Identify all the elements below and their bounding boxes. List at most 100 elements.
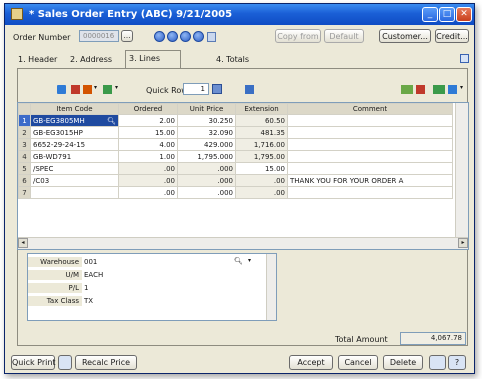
detail-value[interactable]: 001 — [84, 257, 97, 267]
order-lookup-button[interactable]: … — [121, 30, 133, 42]
ordered-cell[interactable]: .00 — [118, 186, 178, 199]
detail-row-warehouse[interactable]: Warehouse 001 🔍︎ ▾ — [28, 257, 266, 267]
table-row[interactable]: 5 /SPEC .00 .000 15.00 — [18, 162, 453, 175]
minimize-button[interactable]: _ — [422, 7, 438, 22]
item-lookup-icon[interactable]: 🔍︎ — [107, 117, 116, 125]
item-code-cell[interactable]: /SPEC — [30, 162, 119, 175]
detail-row-pl[interactable]: P/L 1 — [28, 283, 266, 293]
unit-price-cell[interactable]: 30.250 — [177, 114, 236, 127]
table-row[interactable]: 3 6652-29-24-15 4.00 429.000 1,716.00 — [18, 138, 453, 151]
comment-cell[interactable] — [287, 186, 453, 199]
dropdown-arrow-icon-2[interactable]: ▾ — [115, 84, 118, 91]
dropdown-arrow-icon[interactable]: ▾ — [94, 84, 97, 91]
layout-dropdown-icon[interactable]: ▾ — [460, 84, 463, 91]
last-record-icon[interactable] — [193, 31, 204, 42]
attach-icon[interactable] — [103, 85, 112, 94]
unit-price-cell[interactable]: .000 — [177, 186, 236, 199]
quick-row-input[interactable]: 1 — [183, 83, 209, 95]
delete-lines-icon[interactable] — [71, 85, 80, 94]
ordered-cell[interactable]: 2.00 — [118, 114, 178, 127]
cancel-button[interactable]: Cancel — [338, 355, 378, 370]
print-icon[interactable] — [429, 355, 446, 370]
warehouse-lookup-icon[interactable]: 🔍︎ — [234, 257, 243, 265]
scroll-left-icon[interactable]: ◂ — [18, 238, 28, 248]
unit-price-cell[interactable]: 1,795.000 — [177, 150, 236, 163]
grid-horizontal-scrollbar[interactable]: ◂ ▸ — [18, 237, 468, 249]
table-row[interactable]: 7 .00 .000 .00 — [18, 186, 453, 199]
item-code-cell[interactable]: GB-EG3805MH 🔍︎ — [30, 114, 119, 127]
maximize-button[interactable]: □ — [439, 7, 455, 22]
item-code-cell[interactable]: GB-EG3015HP — [30, 126, 119, 139]
col-header-extension[interactable]: Extension — [235, 103, 288, 115]
tab-totals[interactable]: 4. Totals — [213, 52, 252, 68]
default-button[interactable]: Default — [324, 29, 364, 43]
grid-settings-icon[interactable] — [433, 85, 445, 94]
title-bar[interactable]: * Sales Order Entry (ABC) 9/21/2005 _ □ … — [5, 4, 474, 25]
lines-grid[interactable]: Item Code Ordered Unit Price Extension C… — [17, 102, 469, 250]
item-code-cell[interactable]: GB-WD791 — [30, 150, 119, 163]
unit-price-cell[interactable]: 32.090 — [177, 126, 236, 139]
credit-button[interactable]: Credit... — [435, 29, 469, 43]
ordered-cell[interactable]: 1.00 — [118, 150, 178, 163]
col-header-ordered[interactable]: Ordered — [118, 103, 178, 115]
col-header-item-code[interactable]: Item Code — [30, 103, 119, 115]
line-detail-panel[interactable]: Warehouse 001 🔍︎ ▾ U/M EACH P/L 1 Tax Cl… — [27, 253, 277, 321]
comment-cell[interactable] — [287, 138, 453, 151]
pencil-icon[interactable] — [57, 85, 66, 94]
customer-button[interactable]: Customer... — [379, 29, 431, 43]
ordered-cell[interactable]: 15.00 — [118, 126, 178, 139]
table-row[interactable]: 1 GB-EG3805MH 🔍︎ 2.00 30.250 60.50 — [18, 114, 453, 127]
table-row[interactable]: 6 /C03 .00 .000 .00 THANK YOU FOR YOUR O… — [18, 174, 453, 187]
quick-print-button[interactable]: Quick Print — [11, 355, 56, 370]
close-button[interactable]: ✕ — [456, 7, 472, 22]
detail-row-tax-class[interactable]: Tax Class TX — [28, 296, 266, 306]
delete-button[interactable]: Delete — [383, 355, 423, 370]
col-header-unit-price[interactable]: Unit Price — [177, 103, 236, 115]
tab-address[interactable]: 2. Address — [67, 52, 115, 68]
extension-cell[interactable]: 15.00 — [235, 162, 288, 175]
tab-header[interactable]: 1. Header — [15, 52, 60, 68]
detail-value[interactable]: TX — [84, 296, 93, 306]
customize-icon[interactable] — [401, 85, 413, 94]
zoom-icon[interactable] — [416, 85, 425, 94]
unit-price-cell[interactable]: .000 — [177, 174, 236, 187]
recalc-price-button[interactable]: Recalc Price — [75, 355, 137, 370]
table-row[interactable]: 2 GB-EG3015HP 15.00 32.090 481.35 — [18, 126, 453, 139]
order-number-field[interactable]: 0000016 — [79, 30, 119, 42]
next-record-icon[interactable] — [180, 31, 191, 42]
insert-line-icon[interactable] — [83, 85, 92, 94]
first-record-icon[interactable] — [154, 31, 165, 42]
comment-cell[interactable] — [287, 162, 453, 175]
scroll-right-icon[interactable]: ▸ — [458, 238, 468, 248]
comment-cell[interactable]: THANK YOU FOR YOUR ORDER A — [287, 174, 453, 187]
goto-row-icon[interactable] — [212, 84, 222, 94]
unit-price-cell[interactable]: 429.000 — [177, 138, 236, 151]
comment-cell[interactable] — [287, 150, 453, 163]
item-code-cell[interactable]: /C03 — [30, 174, 119, 187]
accept-button[interactable]: Accept — [289, 355, 333, 370]
ordered-cell[interactable]: .00 — [118, 174, 178, 187]
layout-icon[interactable] — [448, 85, 457, 94]
detail-value[interactable]: EACH — [84, 270, 103, 280]
detail-row-um[interactable]: U/M EACH — [28, 270, 266, 280]
comment-cell[interactable] — [287, 114, 453, 127]
copy-from-button[interactable]: Copy from — [275, 29, 321, 43]
grid-vertical-scrollbar[interactable] — [455, 103, 468, 237]
ordered-cell[interactable]: .00 — [118, 162, 178, 175]
previous-record-icon[interactable] — [167, 31, 178, 42]
detail-scrollbar[interactable] — [266, 254, 276, 320]
help-icon[interactable]: ? — [448, 355, 466, 370]
detail-value[interactable]: 1 — [84, 283, 88, 293]
unit-price-cell[interactable]: .000 — [177, 162, 236, 175]
item-code-cell[interactable]: 6652-29-24-15 — [30, 138, 119, 151]
sort-icon[interactable] — [245, 85, 254, 94]
memo-icon[interactable] — [207, 32, 216, 42]
col-header-comment[interactable]: Comment — [287, 103, 453, 115]
tab-lines[interactable]: 3. Lines — [125, 50, 181, 69]
print-options-icon[interactable] — [58, 355, 72, 370]
table-row[interactable]: 4 GB-WD791 1.00 1,795.000 1,795.00 — [18, 150, 453, 163]
ordered-cell[interactable]: 4.00 — [118, 138, 178, 151]
warehouse-dropdown-icon[interactable]: ▾ — [248, 257, 251, 264]
comment-cell[interactable] — [287, 126, 453, 139]
item-code-cell[interactable] — [30, 186, 119, 199]
